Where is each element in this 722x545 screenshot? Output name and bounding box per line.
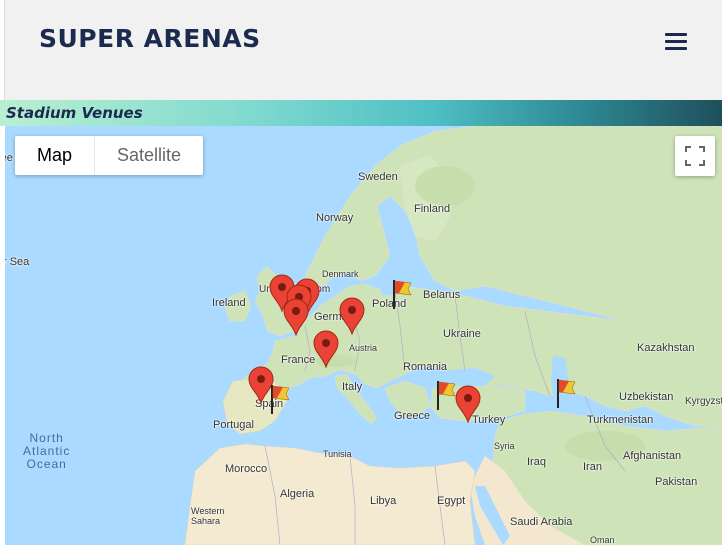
flag-marker-icon[interactable] — [269, 384, 291, 414]
label-austria: Austria — [349, 343, 378, 353]
label-saudi-arabia: Saudi Arabia — [510, 516, 573, 528]
label-romania: Romania — [403, 361, 448, 373]
section-header: Stadium Venues — [0, 100, 722, 126]
label-greece: Greece — [394, 410, 431, 422]
label-western-sahara: Western Sahara — [191, 506, 225, 526]
label-kyrgyzstan: Kyrgyzsta — [685, 396, 722, 407]
map-type-satellite-button[interactable]: Satellite — [94, 136, 203, 175]
flag-marker-icon[interactable] — [435, 380, 457, 410]
label-morocco: Morocco — [225, 463, 268, 475]
label-france: France — [281, 354, 316, 366]
label-uzbekistan: Uzbekistan — [619, 391, 674, 403]
map-basemap — [184, 126, 722, 545]
label-belarus: Belarus — [423, 289, 461, 301]
label-portugal: Portugal — [213, 419, 254, 431]
flag-marker-icon[interactable] — [391, 279, 413, 309]
label-kazakhstan: Kazakhstan — [637, 342, 695, 354]
label-norway: Norway — [316, 212, 354, 224]
section-title: Stadium Venues — [6, 104, 143, 122]
label-north-sea-fragment: r Sea — [5, 256, 30, 268]
label-afghanistan: Afghanistan — [623, 450, 682, 462]
label-ukraine: Ukraine — [443, 328, 481, 340]
label-italy: Italy — [342, 381, 363, 393]
venue-marker-icon[interactable] — [339, 297, 365, 335]
label-denmark: Denmark — [322, 269, 359, 279]
label-tunisia: Tunisia — [323, 449, 352, 459]
label-finland: Finland — [414, 203, 451, 215]
label-egypt: Egypt — [437, 495, 466, 507]
site-logo[interactable]: SUPER ARENAS — [39, 24, 261, 53]
hamburger-menu-icon[interactable] — [665, 33, 687, 51]
label-north-atlantic-ocean: North Atlantic Ocean — [23, 431, 71, 471]
label-syria: Syria — [494, 441, 515, 451]
venue-marker-icon[interactable] — [455, 385, 481, 423]
header: SUPER ARENAS — [4, 0, 722, 100]
venue-map[interactable]: Map Satellite ree Sweden Finland Norway … — [5, 126, 722, 545]
label-oman: Oman — [590, 535, 615, 545]
venue-marker-icon[interactable] — [283, 298, 309, 336]
label-iran: Iran — [583, 461, 602, 473]
label-ireland: Ireland — [212, 297, 246, 309]
label-turkmenistan: Turkmenistan — [587, 414, 654, 426]
flag-marker-icon[interactable] — [555, 378, 577, 408]
label-iraq: Iraq — [527, 456, 546, 468]
label-sweden: Sweden — [358, 171, 398, 183]
label-pakistan: Pakistan — [655, 476, 698, 488]
label-algeria: Algeria — [280, 488, 315, 500]
venue-marker-icon[interactable] — [313, 330, 339, 368]
fullscreen-icon[interactable] — [675, 136, 715, 176]
label-fragment-ice: ree — [5, 152, 13, 164]
map-type-map-button[interactable]: Map — [15, 136, 94, 175]
map-type-control: Map Satellite — [15, 136, 204, 175]
label-libya: Libya — [370, 495, 397, 507]
